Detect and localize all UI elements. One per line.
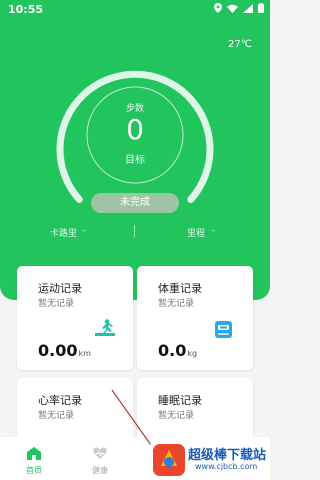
watermark-title: 超级棒下载站 bbox=[188, 448, 267, 463]
watermark-overlay: 超级棒下载站 www.cjbcb.com bbox=[150, 442, 270, 478]
watermark-url: www.cjbcb.com bbox=[195, 462, 258, 471]
watermark-logo-icon bbox=[153, 444, 185, 480]
annotation-arrow bbox=[111, 389, 159, 456]
